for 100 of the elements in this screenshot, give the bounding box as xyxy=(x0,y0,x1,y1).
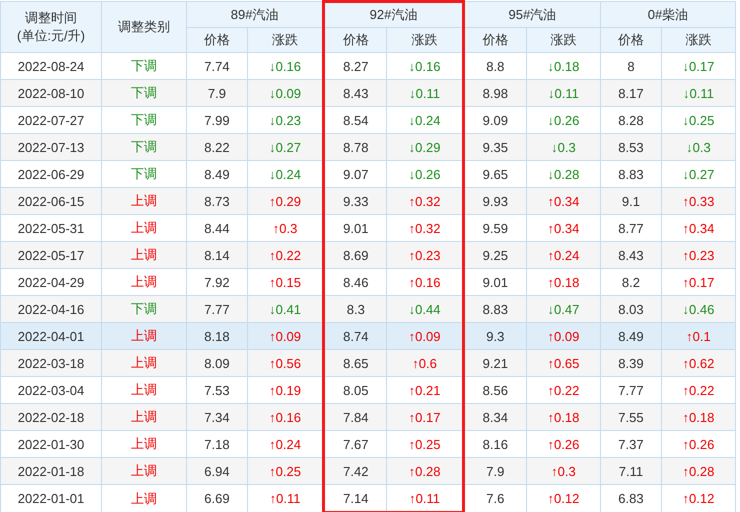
table-cell: 8.53 xyxy=(600,134,662,160)
table-cell: 9.59 xyxy=(463,214,526,242)
table-cell: 8.98 xyxy=(463,80,526,106)
table-cell: ↑0.23 xyxy=(386,242,464,268)
table-cell: 上调 xyxy=(102,376,186,404)
table-cell: 上调 xyxy=(102,242,186,268)
column-header: 调整时间 xyxy=(24,9,78,27)
table-cell: 8.65 xyxy=(324,350,387,376)
table-cell: 上调 xyxy=(102,404,186,430)
table-cell: 下调 xyxy=(102,52,186,80)
table-cell: ↑0.1 xyxy=(661,322,736,350)
table-cell: 9.1 xyxy=(600,188,662,214)
table-cell: ↑0.34 xyxy=(526,214,600,242)
column-header: 价格 xyxy=(324,28,387,52)
table-cell: 下调 xyxy=(102,160,186,188)
table-cell: ↓0.29 xyxy=(386,134,464,160)
table-cell: ↓0.28 xyxy=(526,160,600,188)
table-cell: 上调 xyxy=(102,188,186,214)
table-cell: 2022-02-18 xyxy=(0,404,102,430)
table-cell: 9.25 xyxy=(463,242,526,268)
table-cell: ↑0.15 xyxy=(247,268,324,296)
table-cell: 8.16 xyxy=(463,430,526,458)
column-header: 涨跌 xyxy=(526,28,600,52)
table-cell: 8.8 xyxy=(463,52,526,80)
table-cell: ↑0.21 xyxy=(386,376,464,404)
table-cell: 8.43 xyxy=(600,242,662,268)
table-cell: 2022-01-18 xyxy=(0,458,102,484)
column-header: 价格 xyxy=(600,28,662,52)
table-cell: 7.18 xyxy=(186,430,248,458)
table-cell: ↑0.09 xyxy=(386,322,464,350)
table-cell: 8.34 xyxy=(463,404,526,430)
table-cell: 7.67 xyxy=(324,430,387,458)
table-cell: 6.83 xyxy=(600,484,662,512)
table-cell: 7.84 xyxy=(324,404,387,430)
table-cell: ↓0.25 xyxy=(661,106,736,134)
table-cell: 7.11 xyxy=(600,458,662,484)
table-cell: ↓0.3 xyxy=(526,134,600,160)
table-cell: ↑0.16 xyxy=(247,404,324,430)
table-cell: 9.93 xyxy=(463,188,526,214)
table-cell: 下调 xyxy=(102,296,186,322)
table-cell: 8.09 xyxy=(186,350,248,376)
table-cell: 8.49 xyxy=(600,322,662,350)
table-cell: ↓0.17 xyxy=(661,52,736,80)
table-cell: 9.07 xyxy=(324,160,387,188)
table-cell: 2022-01-01 xyxy=(0,484,102,512)
table-cell: ↓0.24 xyxy=(247,160,324,188)
table-cell: ↓0.11 xyxy=(526,80,600,106)
table-cell: 下调 xyxy=(102,80,186,106)
table-cell: 9.09 xyxy=(463,106,526,134)
table-cell: 8.46 xyxy=(324,268,387,296)
table-cell: 7.6 xyxy=(463,484,526,512)
column-header: 92#汽油 xyxy=(324,2,464,28)
table-cell: 上调 xyxy=(102,214,186,242)
table-cell: ↑0.18 xyxy=(526,268,600,296)
table-cell: 2022-07-13 xyxy=(0,134,102,160)
table-cell: ↑0.11 xyxy=(386,484,464,512)
table-cell: ↓0.23 xyxy=(247,106,324,134)
table-cell: ↑0.24 xyxy=(247,430,324,458)
table-cell: ↓0.11 xyxy=(661,80,736,106)
table-cell: ↑0.23 xyxy=(661,242,736,268)
table-cell: ↓0.3 xyxy=(661,134,736,160)
table-cell: ↓0.26 xyxy=(386,160,464,188)
table-cell: ↑0.22 xyxy=(661,376,736,404)
table-cell: 2022-07-27 xyxy=(0,106,102,134)
table-cell: 2022-08-24 xyxy=(0,52,102,80)
table-cell: ↓0.09 xyxy=(247,80,324,106)
table-cell: ↓0.41 xyxy=(247,296,324,322)
table-cell: ↑0.28 xyxy=(661,458,736,484)
table-cell: ↓0.16 xyxy=(247,52,324,80)
table-cell: ↑0.32 xyxy=(386,214,464,242)
table-cell: ↑0.17 xyxy=(386,404,464,430)
table-cell: 9.65 xyxy=(463,160,526,188)
table-cell: ↑0.25 xyxy=(247,458,324,484)
column-header: 95#汽油 xyxy=(463,2,600,28)
table-cell: 8.83 xyxy=(463,296,526,322)
table-cell: 8 xyxy=(600,52,662,80)
table-cell: 2022-08-10 xyxy=(0,80,102,106)
table-cell: 上调 xyxy=(102,268,186,296)
column-header: 价格 xyxy=(463,28,526,52)
table-cell: 8.17 xyxy=(600,80,662,106)
table-cell: ↑0.11 xyxy=(247,484,324,512)
table-cell: ↓0.24 xyxy=(386,106,464,134)
table-cell: 7.42 xyxy=(324,458,387,484)
table-cell: 7.77 xyxy=(600,376,662,404)
table-cell: ↑0.25 xyxy=(386,430,464,458)
table-cell: 7.53 xyxy=(186,376,248,404)
table-cell: 7.92 xyxy=(186,268,248,296)
table-cell: ↑0.29 xyxy=(247,188,324,214)
table-cell: ↑0.17 xyxy=(661,268,736,296)
table-cell: ↓0.26 xyxy=(526,106,600,134)
table-cell: 9.01 xyxy=(463,268,526,296)
table-cell: 7.74 xyxy=(186,52,248,80)
table-cell: 7.77 xyxy=(186,296,248,322)
table-cell: 7.37 xyxy=(600,430,662,458)
table-cell: ↑0.16 xyxy=(386,268,464,296)
table-cell: ↑0.09 xyxy=(247,322,324,350)
table-cell: 2022-04-29 xyxy=(0,268,102,296)
table-cell: 8.56 xyxy=(463,376,526,404)
table-cell: 2022-01-30 xyxy=(0,430,102,458)
table-cell: ↑0.6 xyxy=(386,350,464,376)
